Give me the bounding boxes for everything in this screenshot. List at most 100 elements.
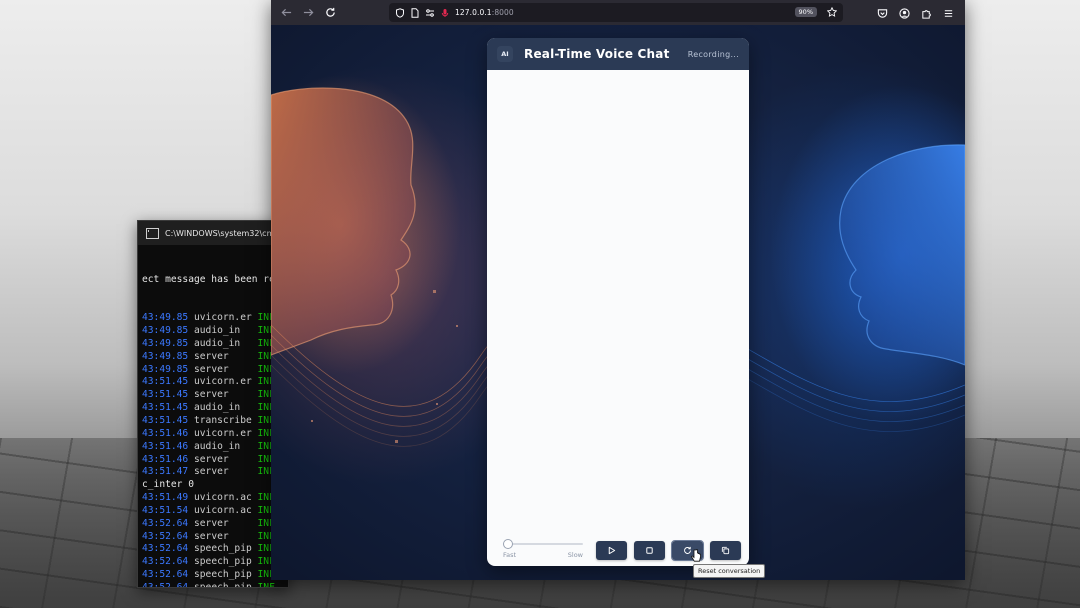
log-source: audio_in — [188, 402, 258, 414]
log-timestamp: 43:51.46 — [142, 453, 189, 465]
log-line: 43:51.45 server INF — [142, 389, 284, 402]
address-bar[interactable]: 127.0.0.1:8000 90% — [389, 3, 843, 22]
log-line: 43:49.85 audio_in INF — [142, 325, 284, 338]
log-line: 43:49.85 uvicorn.er INF — [142, 312, 284, 325]
shield-icon[interactable] — [395, 7, 405, 18]
control-buttons — [596, 539, 741, 561]
log-line: 43:51.54 uvicorn.ac INF — [142, 505, 284, 518]
voice-chat-panel: AI Real-Time Voice Chat Recording... Fas… — [487, 38, 749, 566]
pocket-icon[interactable] — [873, 4, 891, 22]
log-timestamp: 43:52.64 — [142, 556, 189, 568]
cmd-output: ect message has been re 43:49.85 uvicorn… — [138, 245, 288, 588]
log-line: 43:51.45 transcribe INF — [142, 415, 284, 428]
log-line: 43:51.46 uvicorn.er INF — [142, 428, 284, 441]
page-icon[interactable] — [410, 7, 420, 18]
log-source: speech_pip — [188, 581, 258, 588]
log-line: 43:51.45 uvicorn.er INF — [142, 376, 284, 389]
log-source: uvicorn.ac — [188, 492, 258, 504]
browser-toolbar: 127.0.0.1:8000 90% — [271, 0, 965, 25]
log-timestamp: 43:49.85 — [142, 350, 189, 362]
log-timestamp: 43:52.64 — [142, 517, 189, 529]
speed-slider-track[interactable] — [503, 543, 583, 545]
log-timestamp: 43:52.64 — [142, 530, 189, 542]
log-source: server — [188, 389, 258, 401]
cmd-titlebar[interactable]: C:\WINDOWS\system32\cmd. — [138, 221, 288, 245]
log-line: 43:51.46 audio_in INF — [142, 441, 284, 454]
chat-controls: Fast Slow — [487, 534, 749, 566]
speed-slider[interactable]: Fast Slow — [503, 538, 583, 562]
forward-arrow-icon[interactable] — [299, 4, 317, 22]
log-source: server — [188, 363, 258, 375]
log-timestamp: 43:51.45 — [142, 402, 189, 414]
log-timestamp: 43:51.45 — [142, 414, 189, 426]
log-source: speech_pip — [188, 556, 258, 568]
browser-window: 127.0.0.1:8000 90% AI Real-Time Voice Ch… — [271, 0, 965, 580]
log-line: c_inter 0 — [142, 479, 194, 491]
log-line: 43:49.85 audio_in INF — [142, 338, 284, 351]
log-source: audio_in — [188, 337, 258, 349]
speed-fast-label: Fast — [503, 551, 517, 559]
log-source: audio_in — [188, 440, 258, 452]
start-button[interactable] — [596, 540, 627, 560]
speed-slider-thumb[interactable] — [503, 539, 513, 549]
chat-title: Real-Time Voice Chat — [524, 47, 670, 61]
url-text: 127.0.0.1:8000 — [455, 8, 514, 17]
play-icon — [608, 546, 616, 554]
copy-button[interactable] — [710, 540, 741, 560]
log-source: speech_pip — [188, 543, 258, 555]
log-timestamp: 43:52.64 — [142, 581, 189, 588]
permissions-icon[interactable] — [425, 8, 435, 18]
reset-tooltip: Reset conversation — [693, 564, 766, 578]
microphone-icon[interactable] — [440, 8, 450, 18]
reload-icon[interactable] — [321, 4, 339, 22]
back-arrow-icon[interactable] — [277, 4, 295, 22]
log-line: 43:52.64 speech_pip INF — [142, 556, 284, 569]
message-area[interactable] — [487, 70, 749, 534]
log-timestamp: 43:52.64 — [142, 569, 189, 581]
url-host: 127.0.0.1 — [455, 8, 492, 17]
log-line: 43:51.47 server INF — [142, 466, 284, 479]
url-port: :8000 — [491, 8, 514, 17]
log-line: 43:52.64 server INF — [142, 518, 284, 531]
log-timestamp: 43:49.85 — [142, 312, 189, 324]
log-line: 43:52.64 speech_pip INF — [142, 569, 284, 582]
log-source: uvicorn.er — [188, 427, 258, 439]
page-viewport: AI Real-Time Voice Chat Recording... Fas… — [271, 25, 965, 580]
account-icon[interactable] — [895, 4, 913, 22]
log-source: server — [188, 517, 258, 529]
terminal-icon — [146, 227, 159, 239]
log-source: server — [188, 453, 258, 465]
speed-slow-label: Slow — [567, 551, 583, 559]
log-line: 43:49.85 server INF — [142, 364, 284, 377]
log-line: 43:51.46 server INF — [142, 454, 284, 467]
log-timestamp: 43:49.85 — [142, 337, 189, 349]
log-line: 43:52.64 server INF — [142, 531, 284, 544]
log-level: INF — [257, 581, 275, 588]
log-source: uvicorn.er — [188, 312, 258, 324]
log-source: transcribe — [188, 414, 258, 426]
log-source: uvicorn.ac — [188, 504, 258, 516]
log-line: 43:51.49 uvicorn.ac INF — [142, 492, 284, 505]
log-source: server — [188, 530, 258, 542]
log-timestamp: 43:51.47 — [142, 466, 189, 478]
extensions-icon[interactable] — [917, 4, 935, 22]
stop-button[interactable] — [634, 540, 665, 560]
recording-status: Recording... — [687, 49, 739, 59]
log-timestamp: 43:51.54 — [142, 504, 189, 516]
zoom-level-badge[interactable]: 90% — [794, 7, 817, 17]
log-timestamp: 43:51.46 — [142, 427, 189, 439]
stop-icon — [646, 546, 653, 554]
log-line: 43:51.45 audio_in INF — [142, 402, 284, 415]
cmd-window[interactable]: C:\WINDOWS\system32\cmd. ect message has… — [137, 220, 289, 588]
hamburger-menu-icon[interactable] — [939, 4, 957, 22]
log-line: 43:49.85 server INF — [142, 351, 284, 364]
log-source: uvicorn.er — [188, 376, 258, 388]
mouse-pointer-icon — [691, 549, 701, 562]
log-timestamp: 43:51.46 — [142, 440, 189, 452]
star-icon[interactable] — [826, 6, 838, 17]
log-source: server — [188, 466, 258, 478]
log-line: 43:52.64 speech_pip INF — [142, 581, 284, 588]
log-line: ect message has been re — [142, 273, 275, 285]
log-source: speech_pip — [188, 569, 258, 581]
log-timestamp: 43:51.45 — [142, 389, 189, 401]
